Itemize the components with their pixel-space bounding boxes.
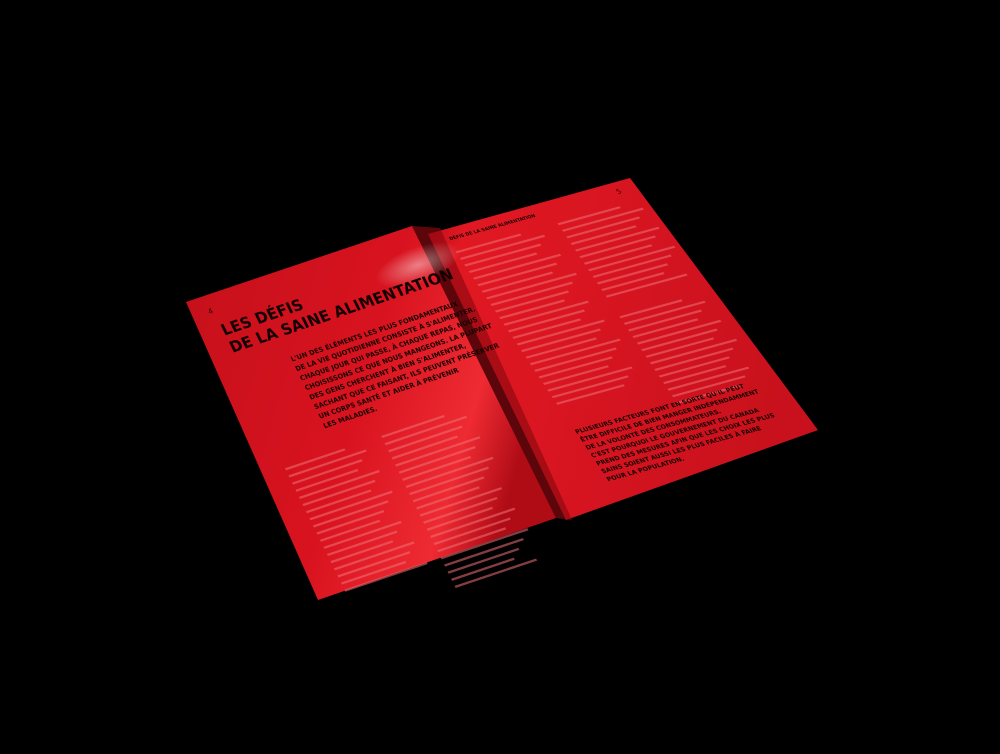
- scene: 4 LES DÉFIS DE LA SAINE ALIMENTATION L'U…: [0, 0, 1000, 750]
- magazine-mockup: 4 LES DÉFIS DE LA SAINE ALIMENTATION L'U…: [186, 178, 820, 610]
- body-text-line: [454, 558, 538, 588]
